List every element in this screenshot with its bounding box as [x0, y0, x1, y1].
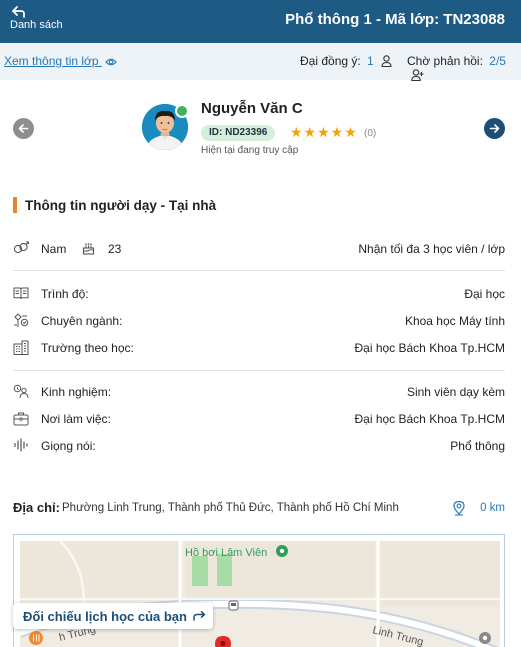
major-value: Khoa học Máy tính — [404, 314, 505, 328]
arrow-right-icon — [489, 124, 500, 133]
eye-icon — [105, 58, 117, 66]
distance-value: 0 km — [480, 502, 505, 514]
arrow-left-icon — [18, 124, 29, 133]
capacity-value: Nhận tối đa 3 học viên / lớp — [358, 242, 505, 256]
major-icon — [14, 313, 29, 327]
back-label: Danh sách — [10, 19, 63, 31]
user-add-icon — [411, 69, 424, 81]
view-class-info-link[interactable]: Xem thông tin lớp — [4, 54, 117, 68]
back-button[interactable]: Danh sách — [10, 6, 70, 38]
workplace-value: Đại học Bách Khoa Tp.HCM — [354, 412, 505, 426]
school-value: Đại học Bách Khoa Tp.HCM — [354, 341, 505, 355]
rating-count: (0) — [364, 128, 377, 139]
address-text: Phường Linh Trung, Thành phố Thủ Đức, Th… — [62, 502, 399, 514]
workplace-label: Nơi làm việc: — [41, 412, 111, 426]
waiting-status: Chờ phản hồi: 2/5 — [407, 54, 521, 82]
book-icon — [13, 287, 29, 300]
address-label: Địa chỉ: — [13, 500, 60, 515]
user-icon — [381, 55, 392, 67]
map-view[interactable]: Hồ bơi Lâm Viên Linh Trung h Trung — [13, 534, 505, 647]
experience-icon — [13, 384, 29, 399]
voice-value: Phổ thông — [450, 439, 505, 453]
tutor-id-badge: ID: ND23396 — [201, 125, 276, 141]
top-header: Danh sách Phổ thông 1 - Mã lớp: TN23088 — [0, 0, 521, 43]
class-info-bar: Xem thông tin lớp Đại đồng ý: 1 Chờ phản… — [0, 43, 521, 82]
previous-tutor-button[interactable] — [13, 118, 34, 139]
divider — [13, 270, 505, 271]
view-class-info-label: Xem thông tin lớp — [4, 54, 99, 68]
divider — [13, 370, 505, 371]
gender-value: Nam — [41, 242, 67, 256]
work-row: Nơi làm việc: Đại học Bách Khoa Tp.HCM — [13, 409, 505, 429]
map-canvas: Hồ bơi Lâm Viên Linh Trung h Trung — [20, 541, 500, 647]
section-title: Thông tin người dạy - Tại nhà — [25, 198, 217, 213]
gender-icon — [13, 241, 29, 254]
online-status-text: Hiện tại đang truy cập — [201, 145, 299, 156]
education-row: Chuyên ngành: Khoa học Máy tính — [13, 311, 505, 331]
restaurant-icon — [29, 631, 43, 645]
building-icon — [13, 340, 29, 355]
birthday-cake-icon — [82, 243, 95, 255]
address-row: Địa chỉ: Phường Linh Trung, Thành phố Th… — [13, 499, 505, 519]
voice-icon — [14, 438, 28, 452]
major-label: Chuyên ngành: — [41, 314, 123, 328]
waiting-count[interactable]: 2/5 — [489, 54, 506, 68]
rating-stars: ★★★★★ — [290, 124, 358, 140]
agreed-count[interactable]: 1 — [367, 54, 374, 68]
agreed-status: Đại đồng ý: 1 — [300, 54, 392, 68]
back-arrow-icon — [12, 6, 25, 18]
location-pin-icon — [453, 500, 465, 516]
online-indicator — [175, 104, 189, 118]
redo-arrow-icon — [193, 611, 206, 621]
education-level-label: Trình độ: — [41, 287, 89, 301]
voice-label: Giọng nói: — [41, 439, 96, 453]
tutor-name: Nguyễn Văn C — [201, 100, 303, 117]
education-row: Trình độ: Đại học — [13, 284, 505, 304]
work-row: Giọng nói: Phổ thông — [13, 436, 505, 456]
waiting-label: Chờ phản hồi: — [407, 54, 483, 68]
work-row: Kinh nghiệm: Sinh viên dạy kèm — [13, 382, 505, 402]
experience-value: Sinh viên dạy kèm — [406, 385, 505, 399]
compare-schedule-label: Đối chiếu lịch học của bạn — [23, 609, 187, 624]
basic-info-row: Nam 23 Nhận tối đa 3 học viên / lớp — [13, 239, 505, 259]
section-marker — [13, 197, 17, 213]
experience-label: Kinh nghiệm: — [41, 385, 112, 399]
education-level-value: Đại học — [464, 287, 505, 301]
poi-label: Hồ bơi Lâm Viên — [185, 547, 267, 559]
page-title: Phổ thông 1 - Mã lớp: TN23088 — [285, 11, 505, 28]
agreed-label: Đại đồng ý: — [300, 54, 361, 68]
school-label: Trường theo học: — [41, 341, 134, 355]
age-value: 23 — [108, 242, 122, 256]
next-tutor-button[interactable] — [484, 118, 505, 139]
briefcase-icon — [13, 412, 29, 426]
compare-schedule-button[interactable]: Đối chiếu lịch học của bạn — [13, 603, 213, 629]
education-row: Trường theo học: Đại học Bách Khoa Tp.HC… — [13, 338, 505, 358]
